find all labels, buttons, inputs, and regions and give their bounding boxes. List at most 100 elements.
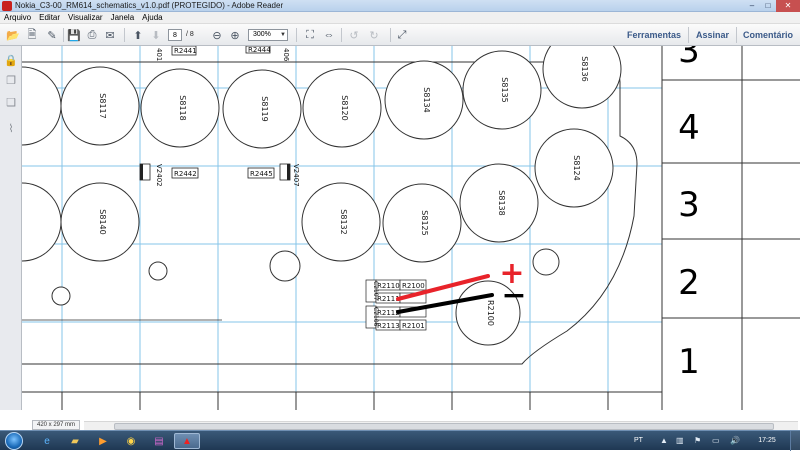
component-label: R2444 — [248, 46, 271, 54]
component-label: V2407 — [292, 164, 300, 187]
fit-page-icon[interactable]: ⛶ — [302, 27, 318, 43]
row-label: 1 — [678, 342, 700, 382]
pad-label: S8117 — [98, 93, 107, 118]
next-page-icon[interactable]: ⬇ — [148, 27, 164, 43]
menu-bar: Arquivo Editar Visualizar Janela Ajuda — [0, 12, 800, 24]
lock-icon[interactable]: 🔒 — [4, 54, 18, 68]
clock[interactable]: 17:25 — [752, 434, 782, 448]
pad-label: S8120 — [340, 95, 349, 120]
close-button[interactable]: ✕ — [776, 0, 800, 12]
windows-taskbar: e ▰ ▶ ◉ ▤ ▲ PT ▲ ▥ ⚑ ▭ 🔊 17:25 — [0, 430, 800, 451]
toolbar-divider — [63, 28, 64, 42]
page-size-indicator: 420 x 297 mm — [32, 420, 80, 430]
save-icon[interactable]: 💾 — [66, 27, 82, 43]
open-file-icon[interactable]: 📂 — [5, 27, 21, 43]
bookmark-icon[interactable]: ❑ — [4, 96, 18, 110]
pad-label: R2100 — [486, 300, 495, 326]
row-label: 2 — [678, 263, 700, 303]
capacitor-label: C2106 — [372, 307, 379, 327]
toolbar-divider — [296, 28, 297, 42]
read-mode-icon[interactable]: ⤢ — [394, 27, 410, 43]
internet-explorer-icon[interactable]: e — [34, 433, 60, 449]
toolbar-divider — [341, 28, 342, 42]
minus-sign: − — [501, 278, 526, 313]
main-toolbar: 📂 🗎 ✎ 💾 ⎙ ✉ ⬆ ⬇ / 8 ⊖ ⊕ 300% ▼ ⛶ ⇔ ↺ ↻ ⤢… — [0, 24, 800, 46]
component-polarity-mark — [140, 164, 143, 180]
component-label: R2442 — [174, 170, 197, 178]
pad-label: S8135 — [500, 77, 509, 102]
resistor-label: R2100 — [402, 282, 425, 290]
schematic-page: 3 4 3 2 1 H G F E D C B — [22, 46, 800, 410]
zoom-out-icon[interactable]: ⊖ — [209, 27, 225, 43]
previous-page-icon[interactable]: ⬆ — [130, 27, 146, 43]
mounting-hole — [269, 250, 301, 282]
create-pdf-icon[interactable]: 🗎 — [24, 27, 40, 43]
mounting-hole — [51, 286, 71, 306]
pad-label: S8140 — [98, 209, 107, 234]
adobe-reader-task-icon[interactable]: ▲ — [174, 433, 200, 449]
email-icon[interactable]: ✉ — [102, 27, 118, 43]
menu-editar[interactable]: Editar — [35, 12, 64, 23]
tools-panel-button[interactable]: Ferramentas — [627, 29, 681, 41]
menu-visualizar[interactable]: Visualizar — [64, 12, 107, 23]
document-view[interactable]: 3 4 3 2 1 H G F E D C B — [22, 46, 800, 410]
menu-arquivo[interactable]: Arquivo — [0, 12, 35, 23]
scrollbar-thumb[interactable] — [114, 423, 774, 430]
pad-label: S8125 — [420, 210, 429, 235]
mounting-hole — [532, 248, 560, 276]
pad-label: S8118 — [178, 95, 187, 120]
horizontal-scrollbar[interactable] — [84, 421, 798, 430]
comment-panel-button[interactable]: Comentário — [743, 29, 793, 41]
menu-ajuda[interactable]: Ajuda — [138, 12, 166, 23]
chrome-icon[interactable]: ◉ — [118, 433, 144, 449]
maximize-button[interactable]: □ — [760, 0, 776, 12]
adobe-reader-window: Nokia_C3-00_RM614_schematics_v1.0.pdf (P… — [0, 0, 800, 451]
pad-label: S8119 — [260, 96, 269, 121]
page-total: / 8 — [186, 31, 194, 38]
adobe-reader-icon — [2, 1, 12, 11]
action-center-icon[interactable]: ⚑ — [694, 435, 701, 447]
toolbar-divider — [124, 28, 125, 42]
capacitor-label: C2107 — [372, 281, 379, 301]
minimize-button[interactable]: – — [744, 0, 760, 12]
language-indicator[interactable]: PT — [634, 434, 643, 448]
edit-icon[interactable]: ✎ — [44, 27, 60, 43]
display-icon[interactable]: ▭ — [712, 435, 720, 447]
row-label: 3 — [678, 185, 700, 225]
file-explorer-icon[interactable]: ▰ — [62, 433, 88, 449]
resistor-label: R2101 — [402, 322, 425, 330]
winrar-icon[interactable]: ▤ — [146, 433, 172, 449]
menu-janela[interactable]: Janela — [107, 12, 139, 23]
volume-icon[interactable]: 🔊 — [730, 435, 740, 447]
document-status-bar: 420 x 297 mm — [22, 410, 800, 430]
window-controls: – □ ✕ — [744, 0, 800, 12]
resistor-label: R2113 — [377, 322, 400, 330]
sign-panel-button[interactable]: Assinar — [696, 29, 729, 41]
fit-width-icon[interactable]: ⇔ — [321, 27, 337, 43]
print-icon[interactable]: ⎙ — [84, 27, 100, 43]
start-button[interactable] — [5, 432, 23, 450]
component-label: 406 — [282, 48, 290, 62]
zoom-value: 300% — [253, 31, 271, 38]
zoom-in-icon[interactable]: ⊕ — [227, 27, 243, 43]
test-pad — [22, 66, 62, 146]
component-label: V2402 — [155, 164, 163, 187]
media-player-icon[interactable]: ▶ — [90, 433, 116, 449]
mounting-hole — [148, 261, 168, 281]
rotate-left-icon[interactable]: ↺ — [346, 27, 362, 43]
toolbar-divider — [736, 27, 737, 43]
pad-label: S8136 — [580, 56, 589, 81]
show-desktop-button[interactable] — [790, 431, 800, 451]
navigation-pane: 🔒 ❐ ❑ ⌇ — [0, 46, 22, 410]
page-number-input[interactable] — [168, 29, 182, 41]
zoom-select[interactable]: 300% ▼ — [248, 29, 288, 41]
paperclip-icon[interactable]: ⌇ — [4, 122, 18, 136]
tray-arrow-icon[interactable]: ▲ — [660, 435, 668, 447]
network-icon[interactable]: ▥ — [676, 435, 684, 447]
pad-label: S8138 — [497, 190, 506, 215]
row-label: 4 — [678, 108, 700, 148]
toolbar-divider — [688, 27, 689, 43]
pad-label: S8124 — [572, 155, 581, 180]
pages-icon[interactable]: ❐ — [4, 74, 18, 88]
rotate-right-icon[interactable]: ↻ — [366, 27, 382, 43]
